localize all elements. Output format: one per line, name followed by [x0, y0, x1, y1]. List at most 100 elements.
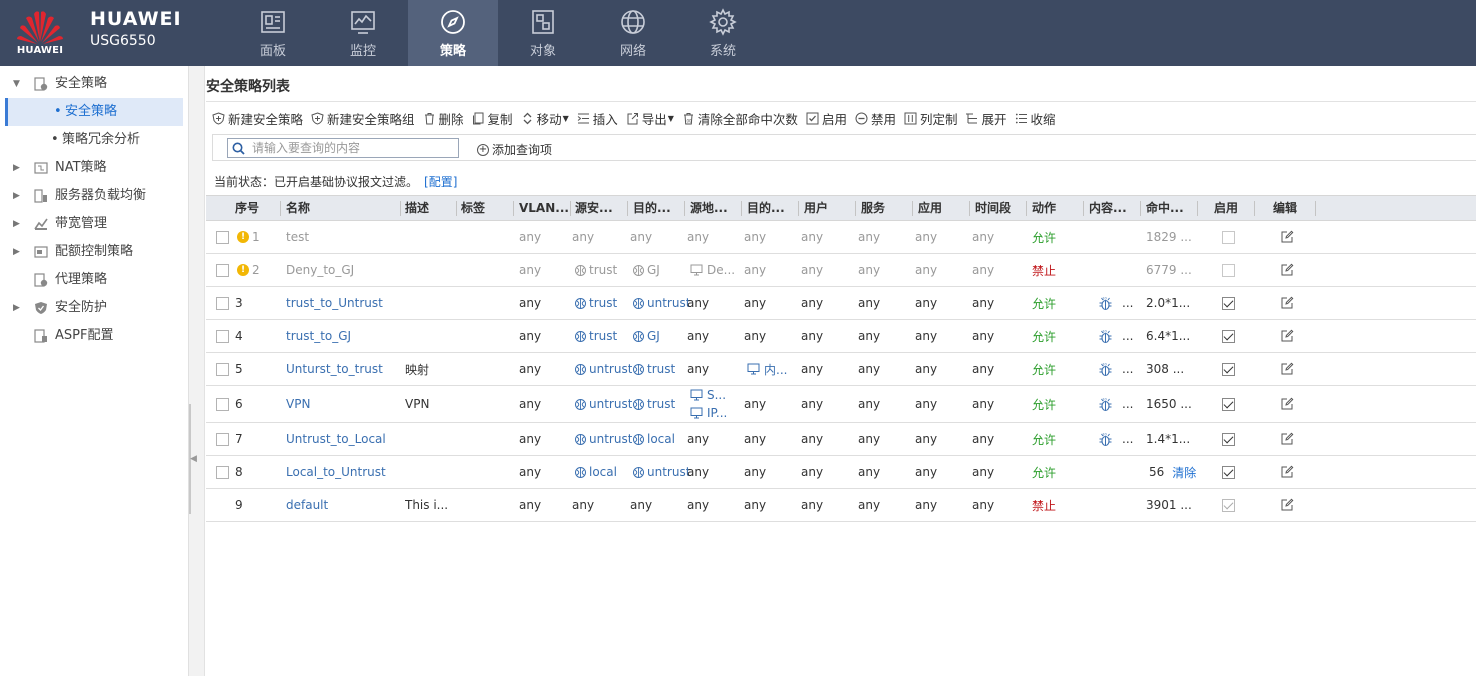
row-name-link[interactable]: Unturst_to_trust: [286, 353, 383, 385]
row-src-zone[interactable]: untrust: [574, 423, 632, 455]
enable-checkbox[interactable]: [1222, 263, 1235, 277]
col-divider[interactable]: [684, 201, 685, 216]
row-dst-zone[interactable]: local: [632, 423, 675, 455]
row-checkbox[interactable]: [216, 296, 229, 310]
row-src-zone[interactable]: trust: [574, 254, 617, 286]
nav-network[interactable]: 网络: [588, 0, 678, 66]
table-row[interactable]: 8 Local_to_Untrust any local untrust any any an…: [206, 456, 1476, 489]
row-src-zone[interactable]: trust: [574, 287, 617, 319]
nav-policy[interactable]: 策略: [408, 0, 498, 66]
table-row[interactable]: 6 VPN VPN any untrust trust S... IP... any any any…: [206, 386, 1476, 423]
table-row[interactable]: 5 Unturst_to_trust 映射 any untrust trust any 内..…: [206, 353, 1476, 386]
table-row[interactable]: ! 1 test any any any any any any any any any 允许 1829 …: [206, 221, 1476, 254]
enable-checkbox[interactable]: [1222, 498, 1235, 512]
row-name-link[interactable]: Local_to_Untrust: [286, 456, 386, 488]
row-src-addr[interactable]: De...: [690, 254, 735, 286]
col-src-zone[interactable]: 源安...: [575, 196, 627, 221]
enable-checkbox[interactable]: [1222, 465, 1235, 479]
row-edit-button[interactable]: [1280, 456, 1294, 488]
config-link[interactable]: [配置]: [424, 175, 457, 189]
nav-system[interactable]: 系统: [678, 0, 768, 66]
col-dst-zone[interactable]: 目的...: [633, 196, 685, 221]
row-name-link[interactable]: test: [286, 221, 309, 253]
sidebar-item-protection[interactable]: ▶ 安全防护: [0, 294, 188, 322]
col-divider[interactable]: [400, 201, 401, 216]
col-content[interactable]: 内容...: [1089, 196, 1141, 221]
col-divider[interactable]: [1315, 201, 1316, 216]
row-checkbox[interactable]: [216, 329, 229, 343]
row-checkbox[interactable]: [216, 362, 229, 376]
row-checkbox[interactable]: [216, 465, 229, 479]
row-content[interactable]: 10...: [1098, 287, 1133, 319]
clear-hits-button[interactable]: 00 清除全部命中次数: [682, 109, 798, 128]
col-divider[interactable]: [912, 201, 913, 216]
enable-checkbox[interactable]: [1222, 362, 1235, 376]
nav-object[interactable]: 对象: [498, 0, 588, 66]
expand-right-icon[interactable]: ▶: [13, 210, 20, 238]
row-edit-button[interactable]: [1280, 353, 1294, 385]
clear-hits-link[interactable]: 清除: [1172, 464, 1196, 481]
enable-checkbox[interactable]: [1222, 296, 1235, 310]
row-content[interactable]: 10...: [1098, 423, 1133, 455]
row-content[interactable]: 10...: [1098, 353, 1133, 385]
sidebar-item-bandwidth[interactable]: ▶ 带宽管理: [0, 210, 188, 238]
col-divider[interactable]: [1254, 201, 1255, 216]
expand-right-icon[interactable]: ▶: [13, 154, 20, 182]
sidebar-splitter[interactable]: ◀: [189, 66, 205, 676]
row-name-link[interactable]: Deny_to_GJ: [286, 254, 354, 286]
expand-right-icon[interactable]: ▶: [13, 182, 20, 210]
row-edit-button[interactable]: [1280, 254, 1294, 286]
delete-button[interactable]: 删除: [423, 109, 464, 128]
enable-checkbox[interactable]: [1222, 397, 1235, 411]
col-service[interactable]: 服务: [861, 196, 885, 221]
sidebar-item-nat-policy[interactable]: ▶ NAT策略: [0, 154, 188, 182]
table-row[interactable]: 9 default This i... any any any any any any any an…: [206, 489, 1476, 522]
col-divider[interactable]: [456, 201, 457, 216]
row-edit-button[interactable]: [1280, 423, 1294, 455]
row-name-link[interactable]: Untrust_to_Local: [286, 423, 386, 455]
sidebar-item-quota[interactable]: ▶ 配额控制策略: [0, 238, 188, 266]
row-checkbox[interactable]: [216, 397, 229, 411]
row-src-zone[interactable]: local: [574, 456, 617, 488]
col-divider[interactable]: [1026, 201, 1027, 216]
col-hits[interactable]: 命中...: [1146, 196, 1198, 221]
col-divider[interactable]: [741, 201, 742, 216]
table-row[interactable]: 7 Untrust_to_Local any untrust local any any an…: [206, 423, 1476, 456]
row-src-zone[interactable]: untrust: [574, 386, 632, 422]
copy-button[interactable]: 复制: [472, 109, 513, 128]
row-edit-button[interactable]: [1280, 221, 1294, 253]
table-row[interactable]: ! 2 Deny_to_GJ any trust GJ De... any any any any a…: [206, 254, 1476, 287]
col-divider[interactable]: [1140, 201, 1141, 216]
col-edit[interactable]: 编辑: [1273, 196, 1297, 221]
row-dst-addr[interactable]: 内...: [747, 353, 787, 385]
row-dst-zone[interactable]: trust: [632, 386, 675, 422]
nav-dashboard[interactable]: 面板: [228, 0, 318, 66]
expand-right-icon[interactable]: ▶: [13, 238, 20, 266]
expand-right-icon[interactable]: ▶: [13, 294, 20, 322]
collapse-all-button[interactable]: 收缩: [1015, 109, 1056, 128]
enable-checkbox[interactable]: [1222, 329, 1235, 343]
col-divider[interactable]: [855, 201, 856, 216]
row-name-link[interactable]: default: [286, 489, 328, 521]
col-seq[interactable]: 序号: [235, 196, 259, 221]
col-time[interactable]: 时间段: [975, 196, 1011, 221]
col-app[interactable]: 应用: [918, 196, 942, 221]
row-dst-zone[interactable]: untrust: [632, 456, 690, 488]
col-divider[interactable]: [1197, 201, 1198, 216]
row-src-zone[interactable]: trust: [574, 320, 617, 352]
export-button[interactable]: 导出 ▼: [626, 109, 674, 128]
collapse-left-icon[interactable]: ◀: [190, 454, 197, 464]
col-src-addr[interactable]: 源地...: [690, 196, 742, 221]
sidebar-item-server-lb[interactable]: ▶ 服务器负载均衡: [0, 182, 188, 210]
row-name-link[interactable]: VPN: [286, 386, 310, 422]
row-dst-zone[interactable]: GJ: [632, 320, 660, 352]
row-dst-zone[interactable]: GJ: [632, 254, 660, 286]
sidebar-item-aspf[interactable]: ASPF配置: [0, 322, 188, 350]
col-divider[interactable]: [570, 201, 571, 216]
warning-icon[interactable]: !: [237, 231, 249, 243]
row-edit-button[interactable]: [1280, 287, 1294, 319]
add-query-button[interactable]: + 添加查询项: [477, 141, 552, 158]
search-input[interactable]: [252, 140, 452, 156]
row-edit-button[interactable]: [1280, 320, 1294, 352]
row-edit-button[interactable]: [1280, 489, 1294, 521]
